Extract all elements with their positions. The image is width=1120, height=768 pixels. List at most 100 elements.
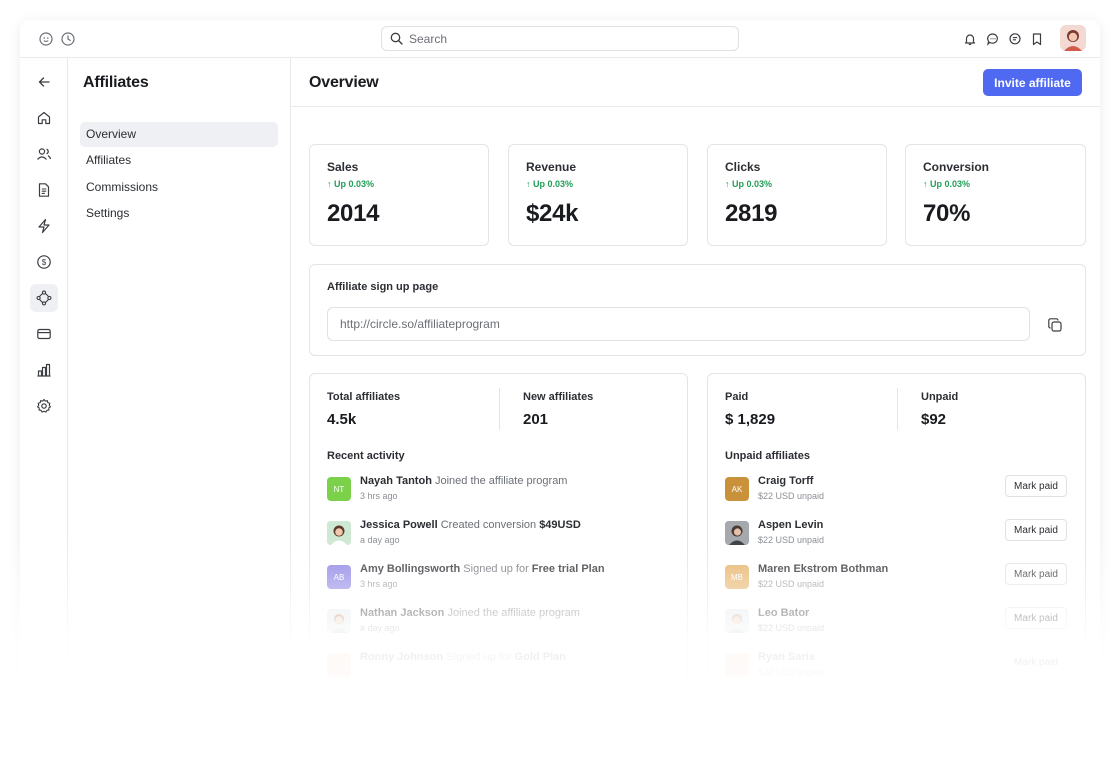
unpaid-affiliate-row: AK Craig Torff $22 USD unpaid Mark paid (725, 475, 1067, 509)
payouts-card: Paid $ 1,829 Unpaid $92 Unpaid affiliate… (707, 373, 1086, 733)
activity-text: Ronny Johnson Signed up for Gold Plan (360, 651, 567, 663)
users-icon[interactable] (30, 140, 58, 168)
copy-icon[interactable] (1045, 315, 1065, 335)
main-content: Overview Invite affiliate Sales ↑ Up 0.0… (291, 58, 1100, 768)
stat-value: 2819 (725, 200, 778, 227)
unpaid-amount: $22 USD unpaid (758, 579, 825, 589)
bolt-icon[interactable] (30, 212, 58, 240)
signup-page-card: Affiliate sign up page (309, 264, 1086, 356)
unpaid-affiliate-row: RJ Ryan Saris $22 USD unpaid Mark paid (725, 651, 1067, 685)
stat-value: $24k (526, 200, 579, 227)
bell-icon[interactable] (962, 31, 978, 47)
messages-icon[interactable] (1007, 31, 1023, 47)
total-affiliates-label: Total affiliates (327, 391, 401, 403)
stat-value: 70% (923, 200, 971, 227)
paid-value: $ 1,829 (725, 411, 776, 428)
recent-activity-label: Recent activity (327, 450, 405, 462)
mark-paid-button[interactable]: Mark paid (1005, 563, 1067, 585)
paid-label: Paid (725, 391, 749, 403)
nav-item-affiliates[interactable]: Affiliates (80, 148, 278, 173)
chat-icon[interactable] (985, 31, 1001, 47)
chart-icon[interactable] (30, 356, 58, 384)
nav-item-overview[interactable]: Overview (80, 122, 278, 147)
avatar: AK (725, 477, 749, 501)
nav-item-settings[interactable]: Settings (80, 201, 278, 226)
stat-label: Conversion (923, 160, 990, 174)
card-icon[interactable] (30, 320, 58, 348)
avatar: AB (327, 565, 351, 589)
unpaid-amount: $22 USD unpaid (758, 491, 825, 501)
bookmark-icon[interactable] (1029, 31, 1045, 47)
divider (897, 388, 898, 430)
arrow-up-icon: ↑ (725, 179, 733, 189)
stat-change: ↑ Up 0.03% (526, 179, 574, 189)
avatar (327, 609, 351, 633)
signup-label: Affiliate sign up page (327, 281, 439, 293)
avatar (327, 653, 351, 677)
mark-paid-button[interactable]: Mark paid (1005, 475, 1067, 497)
gear-icon[interactable] (30, 392, 58, 420)
document-icon[interactable] (30, 176, 58, 204)
stat-label: Sales (327, 160, 359, 174)
user-avatar[interactable] (1060, 25, 1086, 51)
stat-card-revenue: Revenue ↑ Up 0.03% $24k (508, 144, 688, 246)
affiliate-name: Aspen Levin (758, 519, 824, 531)
total-affiliates-value: 4.5k (327, 411, 357, 428)
activity-text: Nathan Jackson Joined the affiliate prog… (360, 607, 580, 619)
activity-item[interactable]: AB Amy Bollingsworth Signed up for Free … (327, 563, 667, 597)
unpaid-affiliate-row: Leo Bator $22 USD unpaid Mark paid (725, 607, 1067, 641)
main-header: Overview Invite affiliate (291, 58, 1100, 107)
svg-text:$: $ (42, 258, 47, 267)
avatar: RJ (725, 653, 749, 677)
unpaid-label: Unpaid (921, 391, 959, 403)
activity-text: Jessica Powell Created conversion $49USD (360, 519, 581, 531)
mark-paid-button[interactable]: Mark paid (1005, 607, 1067, 629)
stat-change: ↑ Up 0.03% (923, 179, 971, 189)
mark-paid-button[interactable]: Mark paid (1005, 651, 1067, 673)
unpaid-amount: $22 USD unpaid (758, 535, 825, 545)
search-icon (390, 32, 403, 45)
app-window: Search $ Affiliates Overview Affiliates … (20, 20, 1100, 768)
history-icon[interactable] (60, 31, 76, 47)
activity-time: a day ago (360, 623, 400, 633)
nav-item-commissions[interactable]: Commissions (80, 175, 278, 200)
home-icon[interactable] (30, 104, 58, 132)
affiliates-activity-card: Total affiliates 4.5k New affiliates 201… (309, 373, 688, 733)
affiliate-name: Maren Ekstrom Bothman (758, 563, 889, 575)
activity-item[interactable]: Nathan Jackson Joined the affiliate prog… (327, 607, 667, 641)
unpaid-affiliates-label: Unpaid affiliates (725, 450, 810, 462)
arrow-up-icon: ↑ (526, 179, 534, 189)
unpaid-affiliate-row: MB Maren Ekstrom Bothman $22 USD unpaid … (725, 563, 1067, 597)
stat-card-conversion: Conversion ↑ Up 0.03% 70% (905, 144, 1086, 246)
mark-paid-button[interactable]: Mark paid (1005, 519, 1067, 541)
page-title: Overview (309, 74, 379, 91)
invite-affiliate-button[interactable]: Invite affiliate (983, 69, 1082, 96)
stat-label: Clicks (725, 160, 761, 174)
avatar: MB (725, 565, 749, 589)
dollar-icon[interactable]: $ (30, 248, 58, 276)
signup-url-field[interactable] (327, 307, 1030, 341)
search-input[interactable]: Search (381, 26, 739, 51)
arrow-up-icon: ↑ (327, 179, 335, 189)
logo-icon[interactable] (38, 31, 54, 47)
avatar (327, 521, 351, 545)
affiliates-icon[interactable] (30, 284, 58, 312)
activity-text: Nayah Tantoh Joined the affiliate progra… (360, 475, 568, 487)
affiliate-name: Leo Bator (758, 607, 810, 619)
arrow-up-icon: ↑ (923, 179, 931, 189)
activity-time: a day ago (360, 535, 400, 545)
stat-card-sales: Sales ↑ Up 0.03% 2014 (309, 144, 489, 246)
activity-item[interactable]: Jessica Powell Created conversion $49USD… (327, 519, 667, 553)
avatar (725, 609, 749, 633)
back-icon[interactable] (30, 68, 58, 96)
unpaid-affiliate-row: Aspen Levin $22 USD unpaid Mark paid (725, 519, 1067, 553)
activity-text: Amy Bollingsworth Signed up for Free tri… (360, 563, 605, 575)
activity-time: 3 hrs ago (360, 491, 398, 501)
activity-item[interactable]: NT Nayah Tantoh Joined the affiliate pro… (327, 475, 667, 509)
unpaid-amount: $22 USD unpaid (758, 623, 825, 633)
activity-item[interactable]: Ronny Johnson Signed up for Gold Plan (327, 651, 667, 685)
avatar (725, 521, 749, 545)
new-affiliates-value: 201 (523, 411, 549, 428)
unpaid-value: $92 (921, 411, 947, 428)
icon-rail: $ (20, 58, 68, 768)
